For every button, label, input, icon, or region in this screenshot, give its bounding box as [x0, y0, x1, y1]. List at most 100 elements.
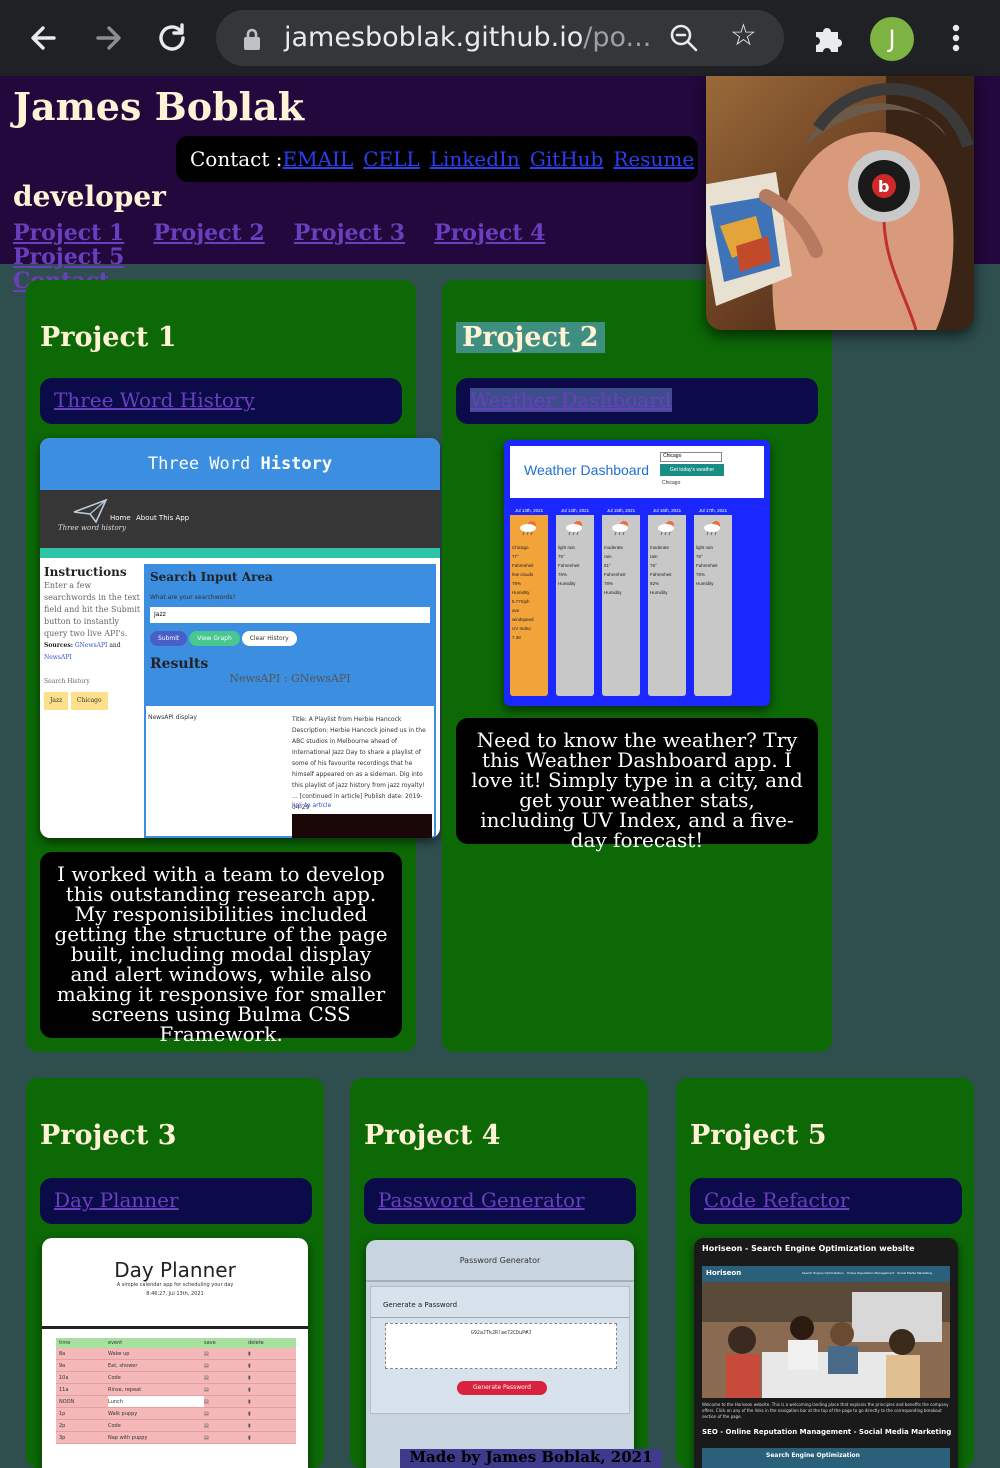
dp-event[interactable]: Rinse, repeat: [108, 1384, 204, 1395]
url-text: jamesboblak.github.io/po...: [284, 22, 652, 53]
dp-time: 10a: [59, 1375, 69, 1381]
wd-forecast-line: rain: [604, 554, 612, 559]
zoom-icon[interactable]: [668, 22, 700, 54]
trash-icon[interactable]: ▮: [248, 1360, 288, 1371]
dp-event[interactable]: Nap with puppy: [108, 1432, 204, 1443]
site-name: James Boblak: [13, 84, 305, 129]
dp-time: 1p: [59, 1411, 66, 1417]
back-arrow-icon[interactable]: [24, 18, 64, 58]
wd-forecast-day: Jul 13th, 2021 Chicago 77° Fahrenheit few cl…: [510, 506, 548, 696]
nav-project-1[interactable]: Project 1: [13, 220, 124, 246]
cloud-rain-icon: [520, 521, 536, 536]
wd-forecast-line: 5.77mph: [512, 599, 530, 604]
project-heading: Project 2: [456, 322, 605, 353]
wd-forecast-line: rain: [650, 554, 658, 559]
wd-forecast-line: Fahrenheit: [558, 563, 580, 568]
trash-icon[interactable]: ▮: [248, 1384, 288, 1395]
nav-project-2[interactable]: Project 2: [153, 220, 264, 246]
wd-forecast-line: Fahrenheit: [512, 563, 534, 568]
wd-forecast-line: ave: [512, 608, 520, 613]
project-link-password-generator[interactable]: Password Generator: [378, 1188, 585, 1212]
wd-forecast-line: moderate: [604, 545, 624, 550]
wd-forecast-line: Humidity: [650, 590, 668, 595]
save-icon[interactable]: ▤: [204, 1372, 248, 1383]
save-icon[interactable]: ▤: [204, 1396, 248, 1407]
project-heading: Project 1: [40, 322, 177, 353]
save-icon[interactable]: ▤: [204, 1408, 248, 1419]
dp-row: 9a Eat, shower ▤ ▮: [56, 1360, 296, 1372]
profile-photo: b: [706, 76, 974, 330]
save-icon[interactable]: ▤: [204, 1384, 248, 1395]
kebab-menu-icon[interactable]: [944, 18, 968, 58]
project-link-weather-dashboard[interactable]: Weather Dashboard: [470, 388, 672, 412]
nav-project-3[interactable]: Project 3: [294, 220, 405, 246]
save-icon[interactable]: ▤: [204, 1360, 248, 1371]
dp-row: NOON Lunch ▤ ▮: [56, 1396, 296, 1408]
screenshot-day-planner[interactable]: Day Planner A simple calendar app for sc…: [42, 1238, 308, 1468]
project-card-1: Project 1 Three Word History Three Word …: [26, 280, 440, 1052]
forward-arrow-icon[interactable]: [88, 18, 128, 58]
project-link-day-planner[interactable]: Day Planner: [54, 1188, 179, 1212]
star-icon[interactable]: ☆: [730, 18, 757, 53]
trash-icon[interactable]: ▮: [248, 1348, 288, 1359]
contact-link-resume[interactable]: Resume: [613, 147, 694, 171]
screenshot-horiseon[interactable]: Horiseon - Search Engine Optimization we…: [694, 1238, 958, 1468]
trash-icon[interactable]: ▮: [248, 1420, 288, 1431]
contact-link-linkedin[interactable]: LinkedIn: [430, 147, 520, 171]
wd-forecast-line: UV Index:: [512, 626, 532, 631]
wd-forecast-line: Humidity: [604, 590, 622, 595]
profile-avatar[interactable]: J: [870, 17, 914, 61]
address-bar[interactable]: jamesboblak.github.io/po... ☆: [216, 10, 784, 66]
trash-icon[interactable]: ▮: [248, 1396, 288, 1407]
reload-icon[interactable]: [152, 18, 192, 58]
project-link-bar: Code Refactor: [690, 1178, 962, 1224]
save-icon[interactable]: ▤: [204, 1420, 248, 1431]
trash-icon[interactable]: ▮: [248, 1432, 288, 1443]
project-card-4: Project 4 Password Generator Password Ge…: [350, 1078, 648, 1468]
save-icon[interactable]: ▤: [204, 1348, 248, 1359]
trash-icon[interactable]: ▮: [248, 1372, 288, 1383]
project-link-bar: Three Word History: [40, 378, 402, 424]
project-card-3: Project 3 Day Planner Day Planner A simp…: [26, 1078, 324, 1468]
dp-time: 11a: [59, 1387, 69, 1393]
nav-project-4[interactable]: Project 4: [434, 220, 545, 246]
dp-event[interactable]: Walk puppy: [108, 1408, 204, 1419]
dp-event[interactable]: Lunch: [108, 1396, 204, 1407]
wd-forecast-line: 76°: [650, 563, 657, 568]
project-heading: Project 3: [40, 1120, 177, 1151]
dp-row: 11a Rinse, repeat ▤ ▮: [56, 1384, 296, 1396]
dp-event[interactable]: Wake up: [108, 1348, 204, 1359]
contact-link-cell[interactable]: CELL: [363, 147, 419, 171]
dp-time: NOON: [59, 1399, 75, 1405]
twh-navbar: Three word history Home About This App: [40, 490, 440, 548]
wd-forecast-date: Jul 17th, 2021: [694, 506, 732, 515]
nav-project-5[interactable]: Project 5: [13, 244, 124, 270]
wd-forecast-line: Fahrenheit: [650, 572, 672, 577]
dp-row: 3p Nap with puppy ▤ ▮: [56, 1432, 296, 1444]
dp-event[interactable]: Code: [108, 1420, 204, 1431]
project-link-code-refactor[interactable]: Code Refactor: [704, 1188, 849, 1212]
contact-link-email[interactable]: EMAIL: [283, 147, 354, 171]
project-link-three-word-history[interactable]: Three Word History: [54, 388, 255, 412]
extensions-icon[interactable]: [810, 20, 846, 56]
twh-title: Three Word History: [40, 438, 440, 490]
save-icon[interactable]: ▤: [204, 1432, 248, 1443]
trash-icon[interactable]: ▮: [248, 1408, 288, 1419]
screenshot-password-generator[interactable]: Password Generator Generate a Password G…: [366, 1240, 634, 1468]
hs-title: Horiseon - Search Engine Optimization we…: [702, 1244, 915, 1253]
wd-forecast-date: Jul 13th, 2021: [510, 506, 548, 515]
screenshot-weather-dashboard[interactable]: Weather Dashboard Chicago Get today's we…: [504, 440, 770, 706]
footer-credit: Made by James Boblak, 2021: [400, 1449, 662, 1468]
dp-time: 8a: [59, 1351, 66, 1357]
contact-bar: Contact :EMAIL CELL LinkedIn GitHub Resume: [176, 136, 698, 182]
dp-event[interactable]: Eat, shower: [108, 1360, 204, 1371]
contact-link-github[interactable]: GitHub: [530, 147, 604, 171]
screenshot-three-word-history[interactable]: Three Word History Three word history Ho…: [40, 438, 440, 838]
cloud-rain-icon: [566, 521, 582, 536]
wd-forecast-line: 81°: [604, 563, 611, 568]
dp-event[interactable]: Code: [108, 1372, 204, 1383]
cloud-rain-icon: [658, 521, 674, 536]
wd-forecast-date: Jul 15th, 2021: [602, 506, 640, 515]
wd-title: Weather Dashboard: [524, 462, 650, 478]
lock-icon: [240, 26, 264, 52]
